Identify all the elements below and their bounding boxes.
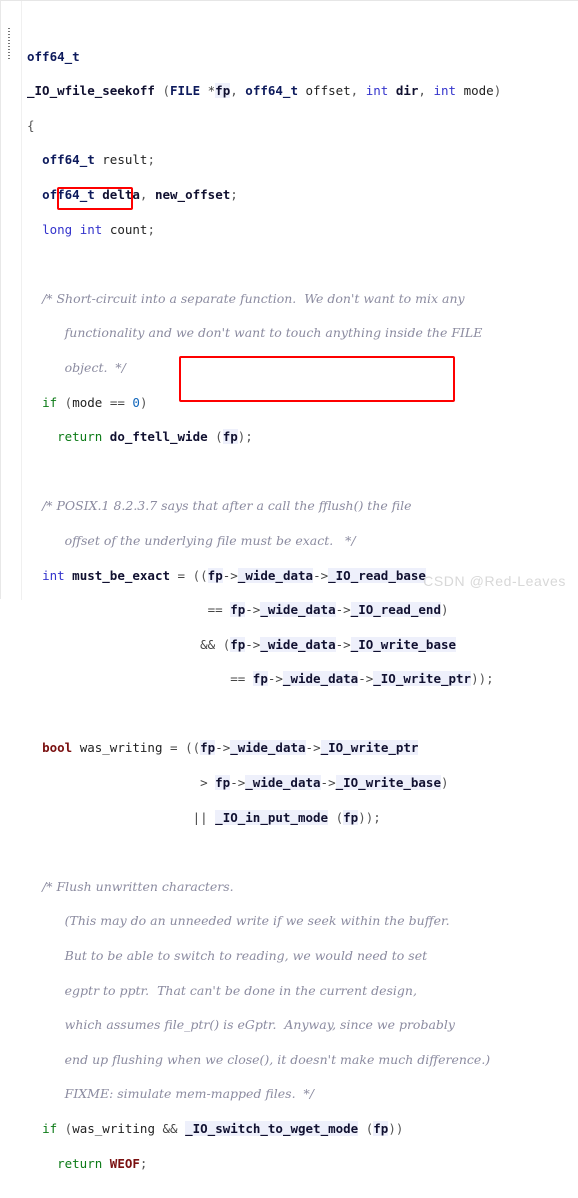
code-line: functionality and we don't want to touch…: [64, 325, 483, 341]
code-line: if (was_writing && _IO_switch_to_wget_mo…: [42, 1121, 404, 1136]
code-line: /* Short-circuit into a separate functio…: [42, 290, 465, 306]
code-line: off64_t delta, new_offset;: [42, 186, 238, 202]
code-line: egptr to pptr. That can't be done in the…: [64, 982, 417, 998]
code-viewer: off64_t _IO_wfile_seekoff (FILE *fp, off…: [0, 0, 578, 1171]
code-line: > fp->_wide_data->_IO_write_base): [200, 775, 449, 791]
code-line: && (fp->_wide_data->_IO_write_base: [200, 636, 457, 652]
code-line: || _IO_in_put_mode (fp));: [192, 809, 381, 825]
code-line: == fp->_wide_data->_IO_write_ptr));: [230, 671, 494, 687]
code-line: long int count;: [42, 221, 155, 237]
code-line: {: [27, 117, 35, 133]
code-line: offset of the underlying file must be ex…: [64, 532, 356, 548]
editor-gutter: [1, 1, 22, 600]
code-line: return do_ftell_wide (fp);: [57, 429, 253, 445]
code-line: == fp->_wide_data->_IO_read_end): [207, 602, 449, 618]
code-line: bool was_writing = ((fp->_wide_data->_IO…: [42, 740, 419, 756]
code-line: FIXME: simulate mem-mapped files. */: [64, 1086, 314, 1102]
code-line: return WEOF;: [57, 1155, 148, 1171]
code-line: if (mode == 0): [42, 394, 148, 410]
code-line: object. */: [64, 359, 126, 375]
code-line: end up flushing when we close(), it does…: [64, 1051, 491, 1067]
code-line: (This may do an unneeded write if we see…: [64, 913, 450, 929]
code-line: /* Flush unwritten characters.: [42, 878, 234, 894]
code-line: But to be able to switch to reading, we …: [64, 948, 428, 964]
code-line: off64_t: [27, 48, 80, 64]
csdn-watermark: CSDN @Red-Leaves: [423, 573, 566, 589]
code-fold-marker-icon[interactable]: [8, 28, 10, 60]
code-line: which assumes file_ptr() is eGptr. Anywa…: [64, 1017, 455, 1033]
code-line: off64_t result;: [42, 152, 155, 168]
code-line: /* POSIX.1 8.2.3.7 says that after a cal…: [42, 498, 412, 514]
code-line: _IO_wfile_seekoff (FILE *fp, off64_t off…: [27, 83, 502, 99]
source-code-block: off64_t _IO_wfile_seekoff (FILE *fp, off…: [27, 13, 575, 1198]
